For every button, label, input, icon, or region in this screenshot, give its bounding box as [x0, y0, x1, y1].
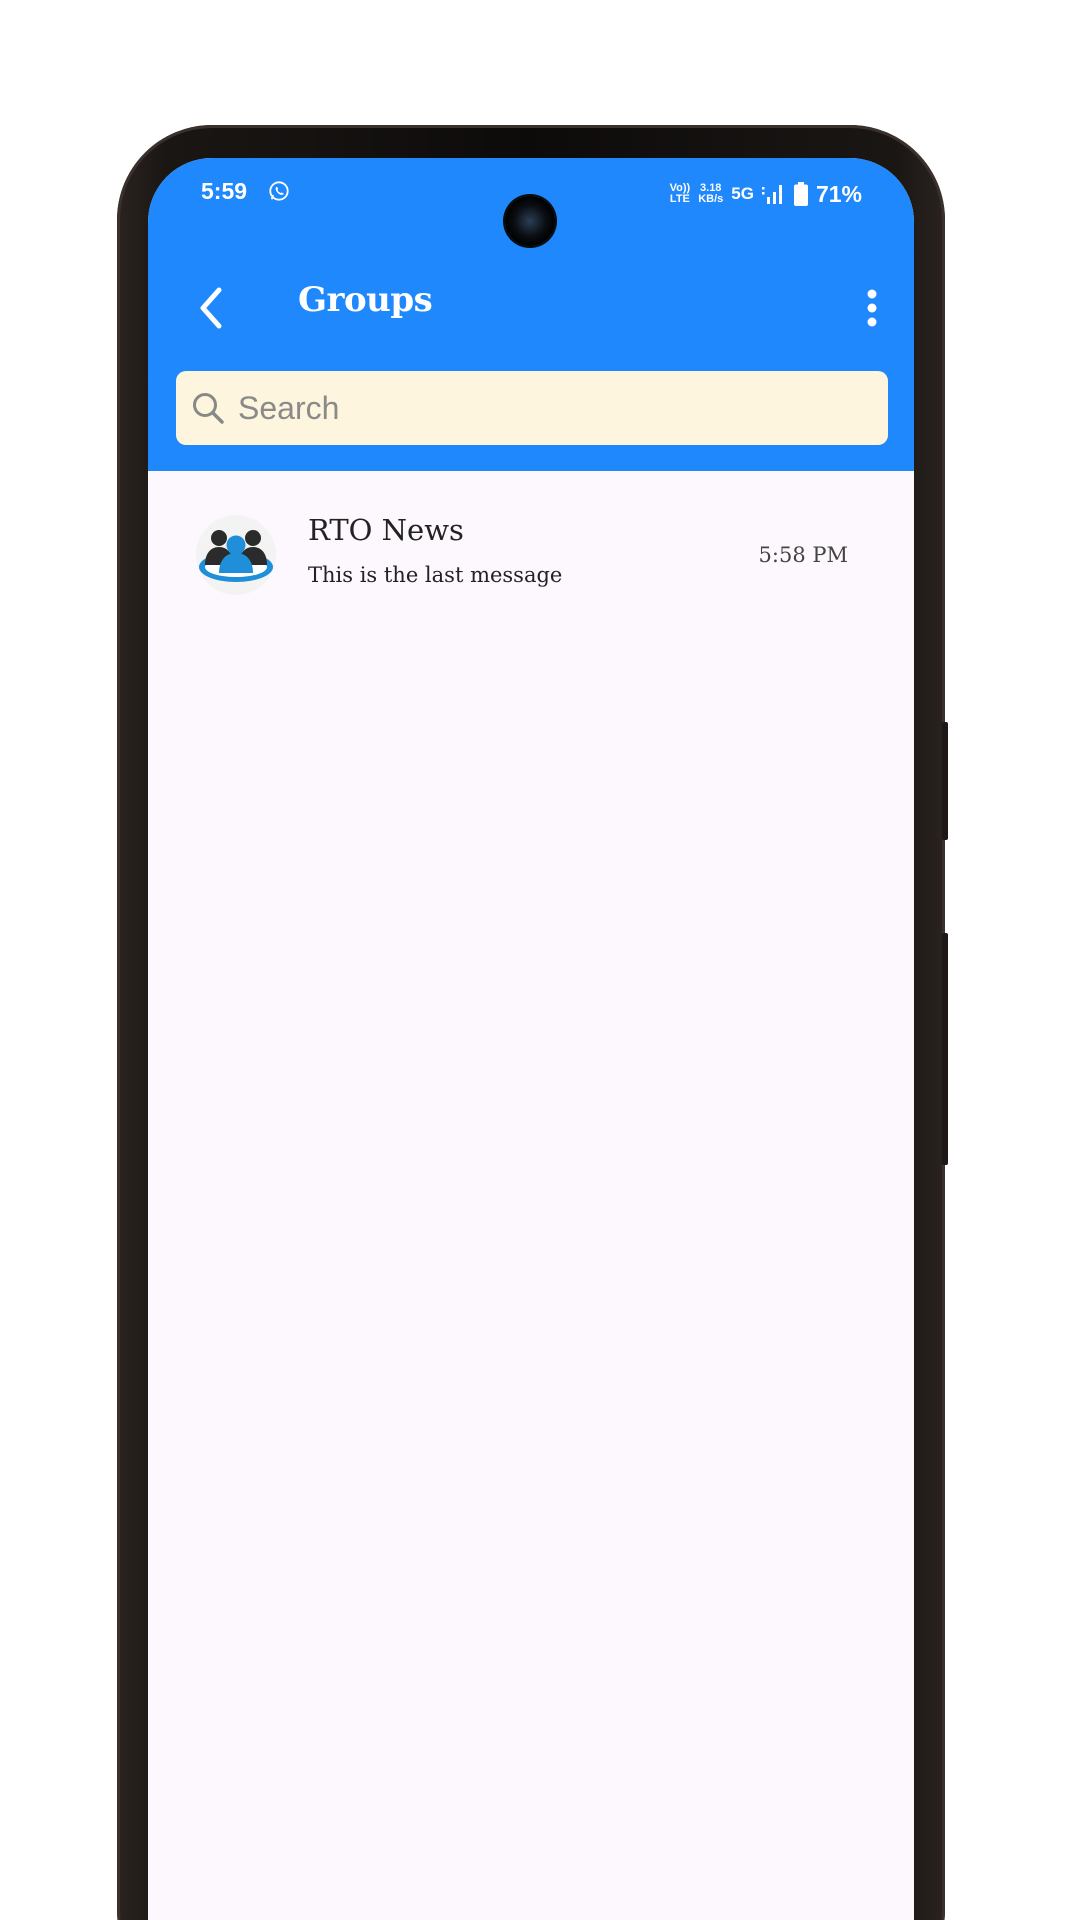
page: 5:59 Vo)) LTE 3.18 KB/s 5G 71% Groups Se… [0, 0, 1080, 1920]
status-bar: 5:59 Vo)) LTE 3.18 KB/s 5G 71% [148, 176, 914, 246]
app-screen: 5:59 Vo)) LTE 3.18 KB/s 5G 71% Groups Se… [148, 158, 914, 1920]
volte-indicator: Vo)) LTE [670, 183, 691, 205]
volume-button [942, 722, 948, 840]
battery-icon [793, 182, 808, 206]
search-icon [193, 393, 224, 424]
toolbar: Groups [148, 268, 914, 348]
network-type: 5G [731, 184, 754, 203]
list-item-rto-news[interactable]: RTO News This is the last message 5:58 P… [148, 471, 914, 595]
page-title: Groups [298, 280, 433, 320]
back-button[interactable] [184, 278, 236, 338]
last-message: This is the last message [308, 563, 563, 587]
search-input[interactable] [236, 377, 860, 439]
group-name: RTO News [308, 513, 464, 547]
app-header: 5:59 Vo)) LTE 3.18 KB/s 5G 71% Groups Se… [148, 158, 914, 471]
group-avatar-icon [196, 515, 276, 595]
search-bar[interactable] [176, 371, 888, 445]
signal-icon [761, 185, 782, 204]
volte-label-bottom: LTE [669, 193, 690, 205]
chevron-left-icon [200, 287, 222, 329]
whatsapp-icon [269, 181, 289, 201]
battery-percent: 71% [815, 180, 862, 207]
group-list: RTO News This is the last message 5:58 P… [148, 471, 914, 595]
speed-unit: KB/s [698, 193, 724, 205]
front-camera [505, 196, 555, 246]
more-options-button[interactable] [852, 278, 892, 338]
more-vertical-icon [867, 289, 877, 327]
message-time: 5:58 PM [758, 543, 848, 567]
group-avatar-graphic [199, 530, 273, 582]
status-time: 5:59 [201, 178, 248, 204]
status-indicators: Vo)) LTE 3.18 KB/s 5G 71% [670, 176, 862, 212]
network-speed: 3.18 KB/s [698, 183, 723, 205]
power-button [942, 933, 948, 1165]
